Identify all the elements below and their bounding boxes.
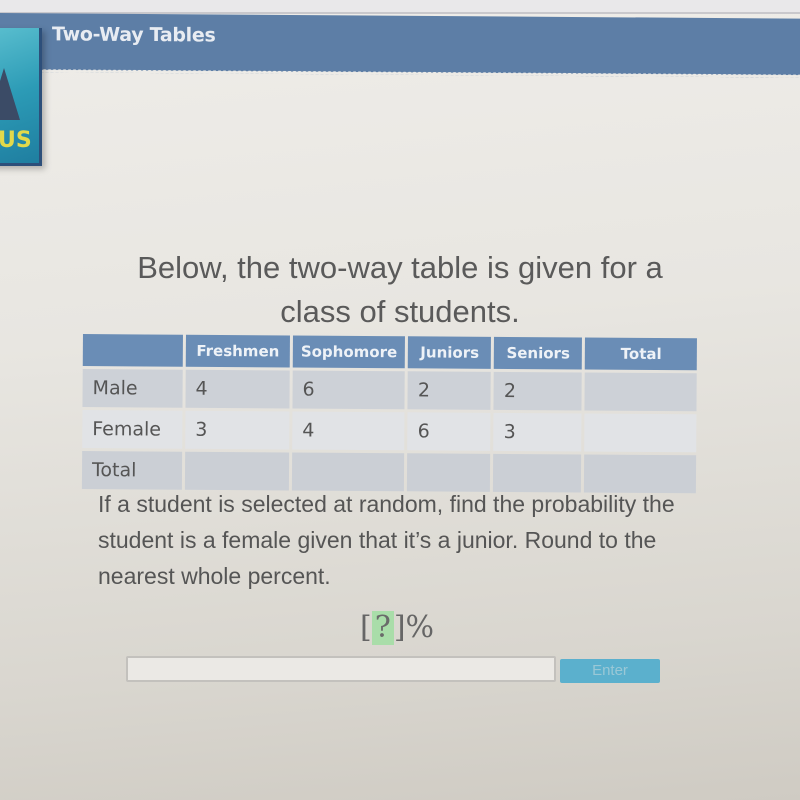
answer-blank[interactable]: ?: [371, 610, 394, 645]
table-row-male: Male 4 6 2 2: [82, 369, 698, 412]
column-header-freshmen: Freshmen: [185, 334, 290, 368]
prompt-text: Below, the two-way table is given for a …: [80, 246, 720, 334]
table-cell: 6: [292, 370, 406, 410]
prompt-line-1: Below, the two-way table is given for a: [137, 250, 663, 285]
percent-unit: %: [405, 610, 435, 645]
two-way-table: Freshmen Sophomore Juniors Seniors Total…: [79, 331, 700, 496]
logo: US: [0, 28, 42, 166]
table-cell: 2: [407, 371, 492, 410]
table-cell: 3: [185, 410, 290, 450]
open-bracket: [: [360, 610, 372, 645]
answer-template: [ ? ] %: [360, 610, 434, 645]
row-label: Total: [81, 451, 183, 490]
table-cell: 6: [407, 412, 491, 451]
table-cell: [184, 451, 290, 491]
enter-button[interactable]: Enter: [560, 659, 660, 683]
table-cell: 4: [292, 411, 405, 451]
table-cell: [584, 413, 697, 453]
column-header-sophomore: Sophomore: [292, 335, 406, 369]
prompt-line-2: class of students.: [280, 294, 520, 329]
top-strip: [0, 0, 800, 14]
header-bar: Two-Way Tables: [0, 13, 800, 75]
table-cell: [584, 372, 698, 412]
logo-triangle-icon: [0, 68, 20, 120]
column-header-seniors: Seniors: [494, 336, 583, 370]
column-header-total: Total: [585, 337, 698, 371]
page-title: Two-Way Tables: [52, 23, 216, 47]
table-row-female: Female 3 4 6 3: [82, 410, 697, 453]
column-header-juniors: Juniors: [408, 336, 492, 369]
table-cell: 3: [493, 412, 582, 452]
logo-text: US: [0, 128, 32, 153]
row-label: Female: [82, 410, 183, 449]
table-header-row: Freshmen Sophomore Juniors Seniors Total: [82, 334, 698, 371]
column-header-blank: [82, 334, 183, 367]
answer-input[interactable]: [126, 656, 556, 682]
row-label: Male: [82, 369, 183, 408]
table-cell: 2: [493, 371, 583, 411]
table-cell: 4: [185, 369, 290, 409]
question-text: If a student is selected at random, find…: [98, 491, 675, 589]
close-bracket: ]: [393, 610, 406, 645]
